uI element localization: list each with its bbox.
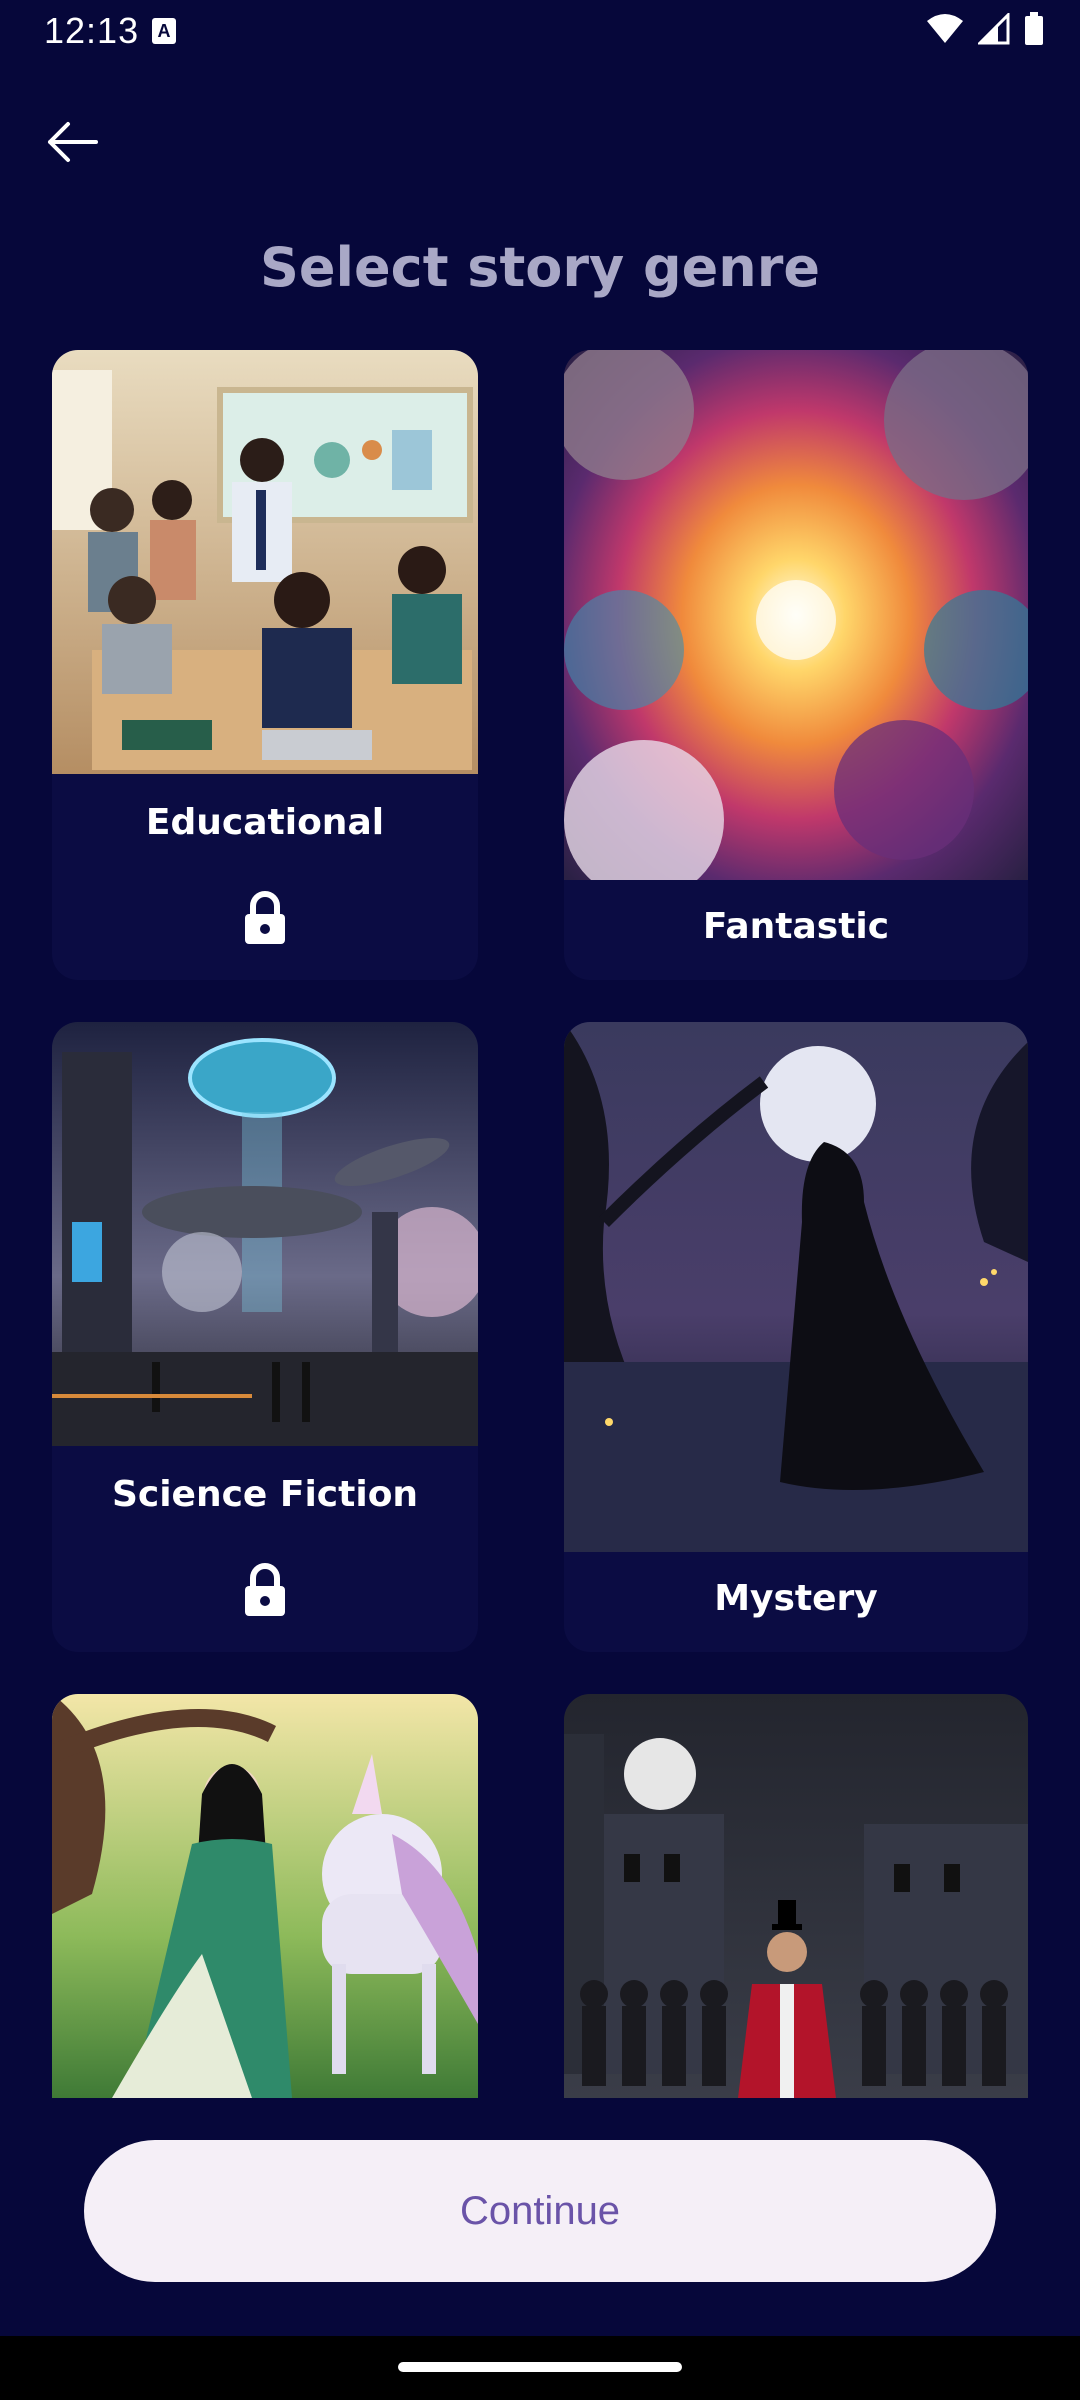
genre-label: Mystery [714,1578,878,1619]
genre-label: Science Fiction [111,1474,419,1515]
genre-label: Fantastic [702,906,890,947]
status-time: 12:13 [44,10,140,51]
back-button[interactable] [30,100,114,184]
page-title: Select story genre [260,236,820,299]
wifi-icon [927,14,963,43]
arrow-left-icon [48,122,98,162]
princess-unicorn-illustration [52,1694,478,2098]
battery-icon [1025,12,1043,45]
lock-icon [245,1563,285,1616]
status-icons [926,12,1044,46]
classroom-illustration [52,350,478,774]
night-street-performer-illustration [564,1694,1028,2098]
notification-a-icon: A [152,18,176,44]
futuristic-city-illustration [52,1022,478,1446]
genre-card-educational[interactable]: Educational [52,350,478,980]
genre-card-science-fiction[interactable]: Science Fiction [52,1022,478,1652]
genre-label: Educational [145,802,385,843]
home-gesture-handle[interactable] [398,2362,682,2372]
genre-card-princess-unicorn[interactable] [52,1694,478,2098]
signal-icon [978,13,1010,45]
genre-card-mystery[interactable]: Mystery [564,1022,1028,1652]
moonlit-cloaked-figure-illustration [564,1022,1028,1552]
genre-card-night-street[interactable] [564,1694,1028,2098]
cosmic-clouds-illustration [564,350,1028,880]
genre-selection-screen: 12:13 A Select story genre Educational F… [0,0,1080,2400]
continue-button[interactable]: Continue [84,2140,996,2282]
status-bar: 12:13 A [0,0,1080,64]
genre-card-fantastic[interactable]: Fantastic [564,350,1028,980]
lock-icon [245,891,285,944]
